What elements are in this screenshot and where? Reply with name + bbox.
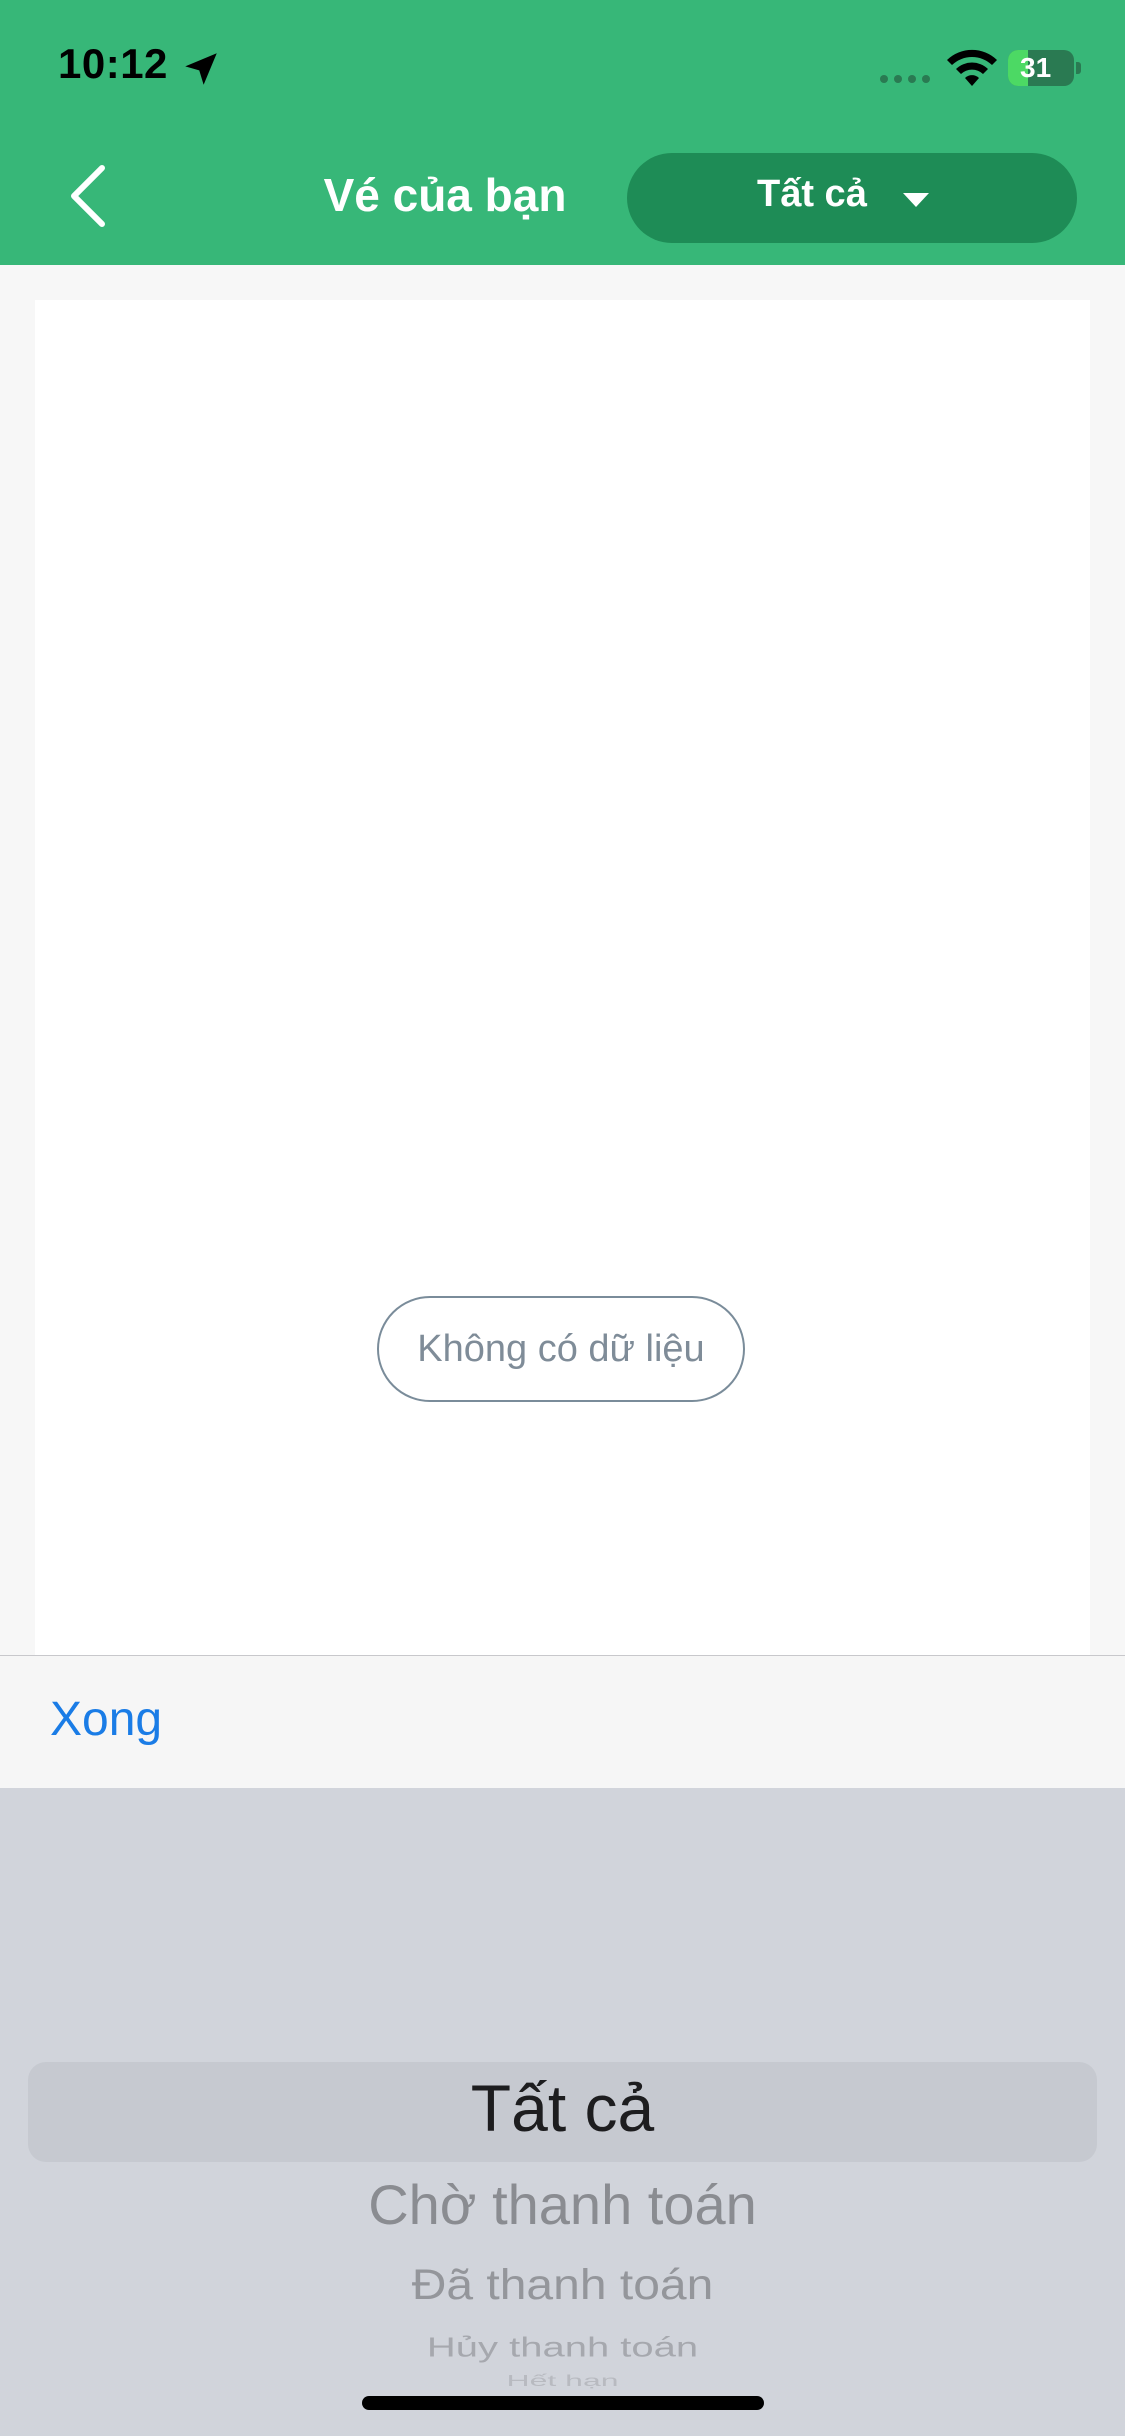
battery-cap bbox=[1076, 62, 1081, 74]
chevron-left-icon[interactable] bbox=[60, 160, 120, 232]
picker-option[interactable]: Đã thanh toán bbox=[0, 2261, 1125, 2309]
picker-option-selected[interactable]: Tất cả bbox=[0, 2070, 1125, 2146]
empty-state-text: Không có dữ liệu bbox=[417, 1327, 705, 1370]
empty-state-badge: Không có dữ liệu bbox=[377, 1296, 745, 1402]
home-indicator bbox=[362, 2396, 764, 2410]
status-time: 10:12 bbox=[58, 40, 168, 87]
picker-toolbar: Xong bbox=[0, 1655, 1125, 1789]
picker-option[interactable]: Hủy thanh toán bbox=[0, 2332, 1125, 2364]
battery-level: 31 bbox=[1020, 52, 1052, 83]
battery-charging-icon: 31 bbox=[1008, 50, 1074, 86]
location-arrow-icon bbox=[185, 53, 217, 85]
filter-dropdown-button[interactable]: Tất cả bbox=[627, 153, 1077, 243]
filter-dropdown-label: Tất cả bbox=[757, 173, 867, 215]
wifi-icon bbox=[947, 49, 997, 86]
cellular-signal-icon bbox=[880, 75, 930, 83]
app-header: 10:12 31 Vé của bạn Tất cả bbox=[0, 0, 1125, 265]
done-button[interactable]: Xong bbox=[50, 1692, 162, 1747]
page-title: Vé của bạn bbox=[323, 169, 567, 221]
caret-down-icon bbox=[903, 193, 929, 207]
picker-option[interactable]: Chờ thanh toán bbox=[0, 2172, 1125, 2237]
tickets-list: Không có dữ liệu bbox=[35, 300, 1090, 1656]
status-picker-wheel[interactable]: Tất cả Chờ thanh toán Đã thanh toán Hủy … bbox=[0, 1788, 1125, 2436]
picker-option[interactable]: Hết hạn bbox=[0, 2371, 1125, 2390]
